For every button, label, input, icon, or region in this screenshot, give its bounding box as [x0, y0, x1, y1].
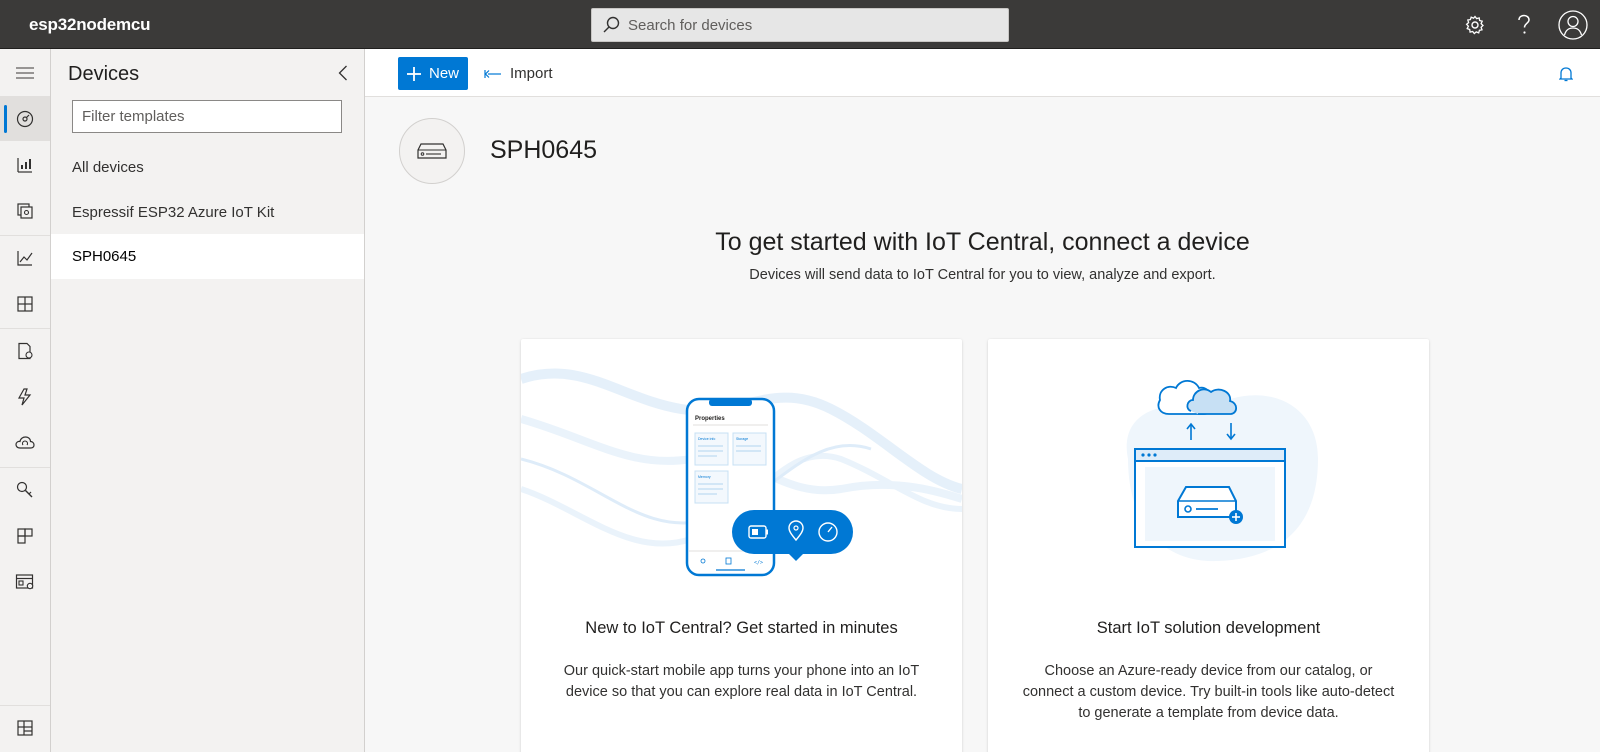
jobs-icon	[15, 436, 35, 449]
administration-icon	[15, 574, 34, 590]
data-export-icon	[18, 342, 33, 360]
search-input[interactable]	[628, 16, 988, 34]
devices-icon	[17, 158, 32, 173]
rules-icon	[17, 388, 32, 406]
new-button-label: New	[429, 65, 460, 82]
nav-devices[interactable]	[0, 143, 50, 187]
list-item-sph0645[interactable]: SPH0645	[51, 234, 364, 279]
nav-analytics[interactable]	[0, 236, 50, 280]
card-title: New to IoT Central? Get started in minut…	[585, 619, 898, 637]
dashboard-icon	[16, 110, 34, 128]
card-solution-development[interactable]: Start IoT solution development Choose an…	[988, 339, 1429, 752]
app-name[interactable]: esp32nodemcu	[29, 15, 151, 35]
panel-title: Devices	[68, 63, 140, 85]
nav-customization[interactable]	[0, 514, 50, 558]
import-button-label: Import	[510, 65, 553, 82]
nav-dashboard[interactable]	[0, 97, 50, 141]
notifications-button[interactable]	[1555, 63, 1577, 85]
help-icon	[1518, 14, 1530, 34]
list-item-espressif-esp32[interactable]: Espressif ESP32 Azure IoT Kit	[51, 190, 364, 235]
search-box[interactable]	[591, 8, 1009, 42]
help-button[interactable]	[1508, 9, 1540, 41]
gear-icon	[1465, 15, 1484, 35]
nav-dashboards[interactable]	[0, 282, 50, 326]
template-avatar	[399, 118, 465, 184]
bell-icon	[1559, 67, 1573, 82]
import-arrow-icon	[484, 69, 501, 78]
nav-jobs[interactable]	[0, 421, 50, 465]
filter-templates-input[interactable]	[72, 100, 342, 133]
collapse-panel-button[interactable]	[331, 61, 355, 85]
import-button[interactable]: Import	[484, 57, 553, 90]
illustration-tile-label: Storage	[736, 437, 748, 441]
template-title: SPH0645	[490, 136, 598, 164]
nav-menu-toggle[interactable]	[0, 51, 50, 95]
menu-icon	[16, 67, 34, 79]
account-button[interactable]	[1557, 9, 1589, 41]
nav-settings[interactable]	[0, 468, 50, 512]
card-mobile-app[interactable]: Properties Device info Storage Memory </…	[521, 339, 962, 752]
analytics-icon	[17, 251, 33, 266]
svg-text:</>: </>	[754, 560, 763, 566]
device-templates-icon	[17, 296, 33, 312]
chevron-left-icon	[338, 65, 347, 81]
illustration-screen-title: Properties	[695, 416, 725, 422]
nav-data-export[interactable]	[0, 329, 50, 373]
command-bar: New Import	[365, 49, 1600, 97]
left-nav-rail	[0, 49, 51, 752]
device-groups-icon	[17, 203, 33, 219]
nav-rules[interactable]	[0, 375, 50, 419]
card-description: Choose an Azure-ready device from our ca…	[1022, 663, 1395, 721]
card-title: Start IoT solution development	[1096, 619, 1321, 637]
solution-development-illustration	[1126, 379, 1318, 562]
card-description: Our quick-start mobile app turns your ph…	[563, 663, 920, 700]
device-icon	[417, 143, 447, 159]
nav-bottom-tile[interactable]	[0, 706, 50, 750]
search-icon	[603, 16, 620, 33]
hero-subtitle: Devices will send data to IoT Central fo…	[749, 267, 1216, 283]
illustration-tile-label: Memory	[698, 475, 711, 479]
settings-button[interactable]	[1459, 9, 1491, 41]
nav-device-groups[interactable]	[0, 189, 50, 233]
new-button[interactable]: New	[398, 57, 468, 90]
account-icon	[1558, 10, 1588, 40]
devices-panel: Devices All devices Espressif ESP32 Azur…	[51, 49, 365, 752]
nav-administration[interactable]	[0, 560, 50, 604]
top-bar: esp32nodemcu	[0, 0, 1600, 49]
bottom-tile-icon	[17, 720, 33, 736]
illustration-tile-label: Device info	[698, 437, 715, 441]
plus-icon	[407, 66, 421, 81]
customization-icon	[17, 528, 33, 544]
settings-icon	[16, 481, 33, 498]
list-item-all-devices[interactable]: All devices	[51, 145, 364, 190]
mobile-app-illustration: Properties Device info Storage Memory </…	[521, 368, 962, 577]
hero-title: To get started with IoT Central, connect…	[715, 228, 1250, 256]
